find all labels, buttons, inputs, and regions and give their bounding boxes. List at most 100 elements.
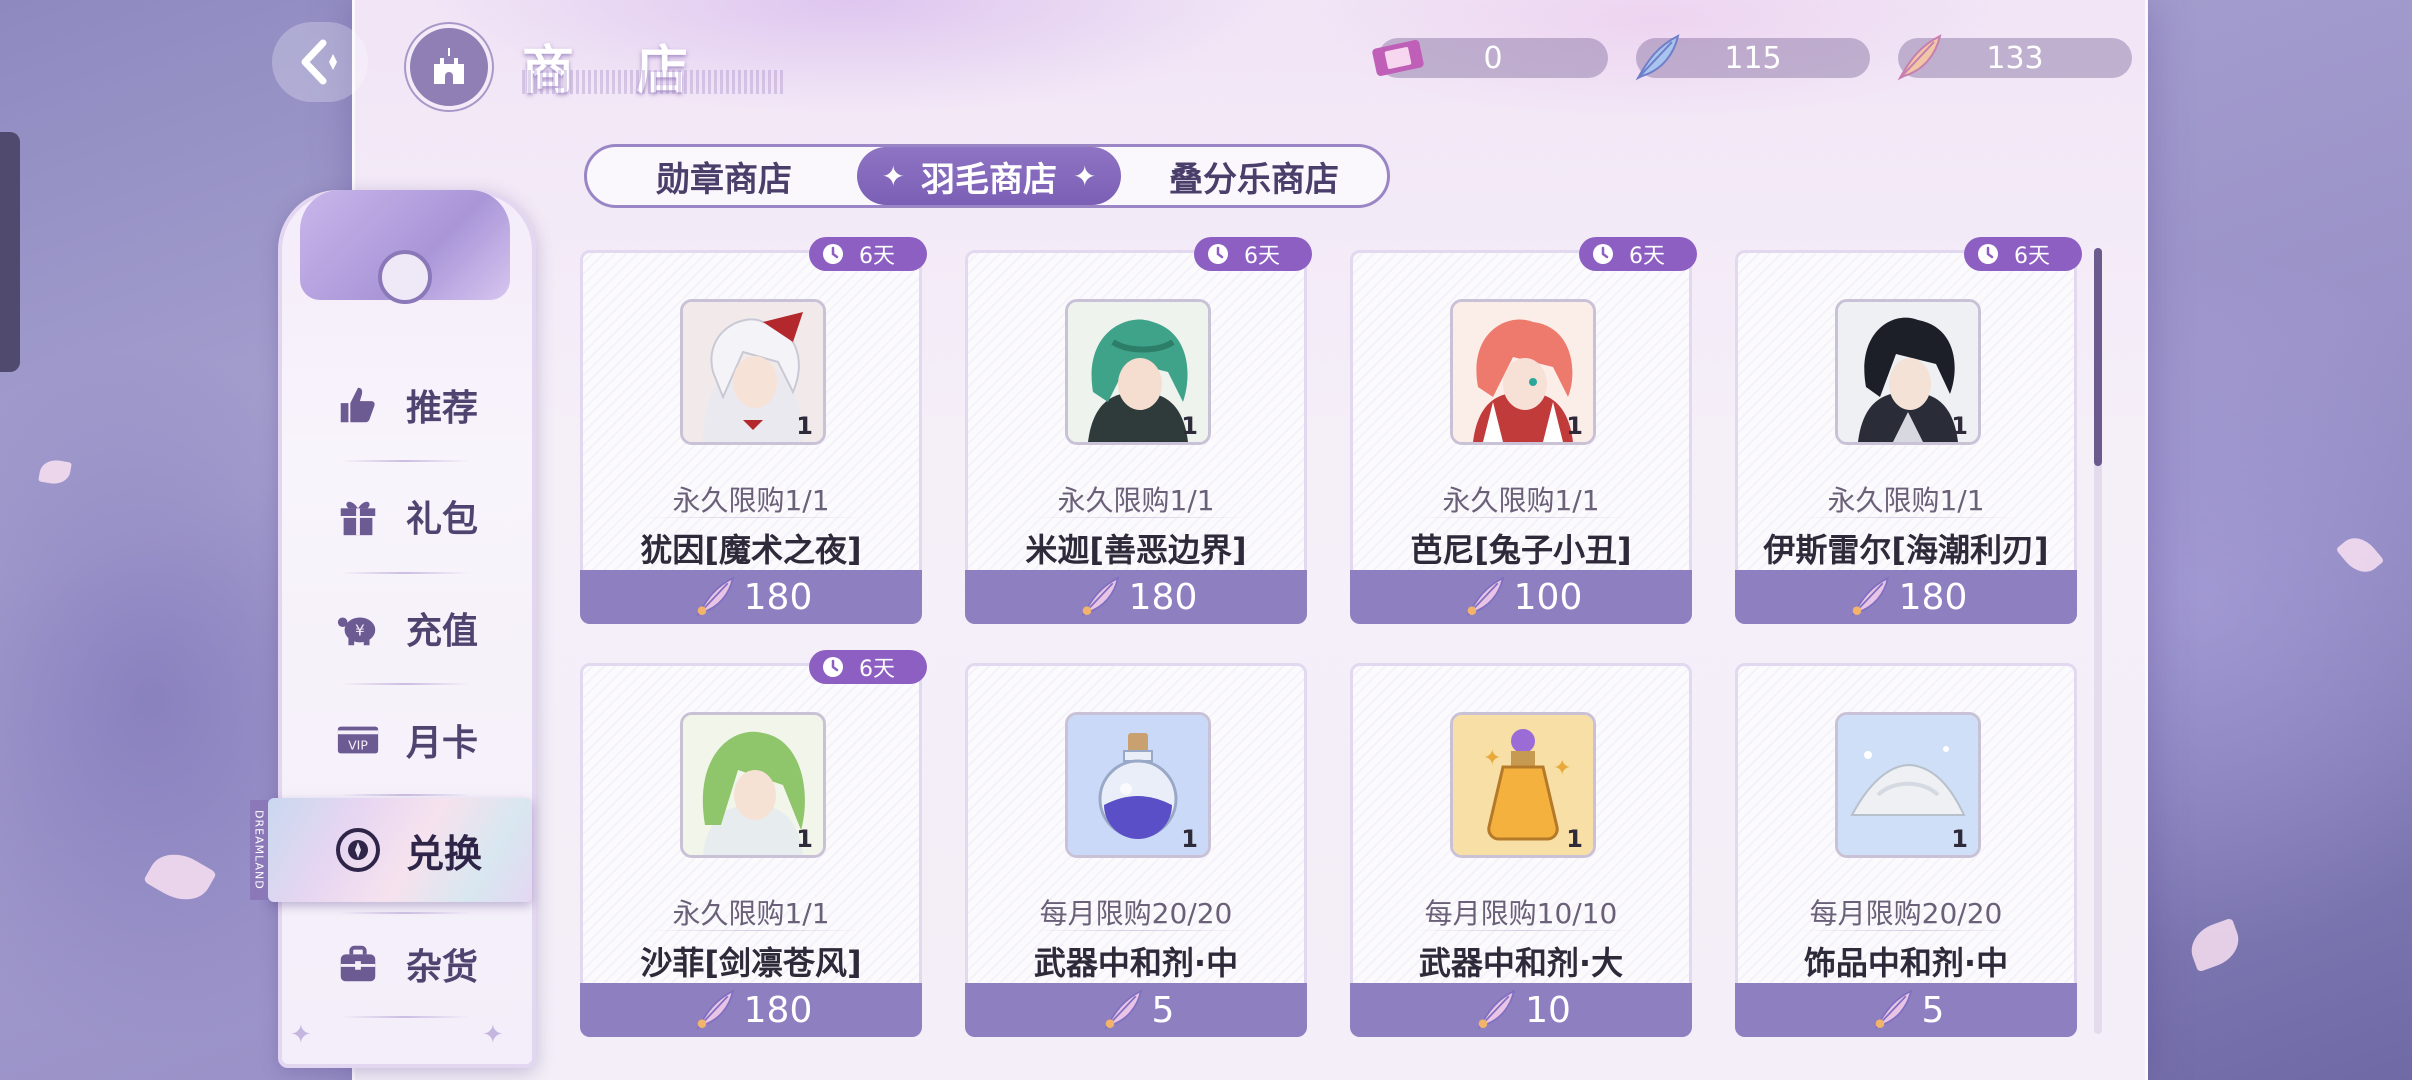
shop-item-card[interactable]: ✦ ✦ 1 每月限购10/10 武器中和剂·大 10 xyxy=(1350,663,1692,1037)
scrollbar-thumb[interactable] xyxy=(2094,248,2102,466)
card-divider xyxy=(1028,517,1250,518)
feather-icon xyxy=(1628,30,1684,86)
gold-feather-count: 133 xyxy=(1986,40,2044,76)
time-limit-badge: 6天 xyxy=(809,650,927,684)
nav-divider xyxy=(340,460,470,462)
nav-groceries[interactable]: 杂货 xyxy=(300,924,510,1004)
currency-gold-feather: 133 xyxy=(1897,34,2132,81)
card-divider xyxy=(643,930,865,931)
buy-button[interactable]: 180 xyxy=(580,570,922,624)
item-quantity: 1 xyxy=(796,825,813,853)
nav-divider xyxy=(340,683,470,685)
shop-item-card[interactable]: 6天 1 永久限购1/1 伊斯雷尔[海潮利刃] 180 xyxy=(1735,237,2082,624)
svg-text:¥: ¥ xyxy=(355,622,365,640)
vip-card-icon: VIP xyxy=(330,712,386,768)
edge-handle[interactable] xyxy=(0,132,20,372)
shop-item-card[interactable]: 6天 1 永久限购1/1 米迦[善恶边界] 180 xyxy=(965,237,1312,624)
feather-icon xyxy=(1845,573,1893,621)
nav-exchange[interactable]: 兑换 xyxy=(268,798,532,902)
buy-button[interactable]: 180 xyxy=(580,983,922,1037)
purchase-limit: 每月限购10/10 xyxy=(1424,897,1618,930)
item-image: 1 xyxy=(1835,712,1981,858)
price-value: 100 xyxy=(1513,576,1583,618)
buy-button[interactable]: 10 xyxy=(1350,983,1692,1037)
item-name: 武器中和剂·中 xyxy=(1033,944,1239,982)
item-name: 芭尼[兔子小丑] xyxy=(1410,531,1632,569)
item-image: 1 xyxy=(1835,299,1981,445)
tab-stack-shop[interactable]: 叠分乐商店 xyxy=(1129,147,1379,205)
item-name: 米迦[善恶边界] xyxy=(1025,531,1247,569)
svg-text:✦: ✦ xyxy=(1483,746,1501,771)
item-image: 1 xyxy=(680,712,826,858)
shop-item-card[interactable]: 1 每月限购20/20 武器中和剂·中 5 xyxy=(965,663,1307,1037)
sparkle-icon: ✦ xyxy=(290,1020,312,1050)
price-value: 5 xyxy=(1151,989,1175,1031)
item-quantity: 1 xyxy=(1181,412,1198,440)
feather-icon xyxy=(690,986,738,1034)
ticket-count: 0 xyxy=(1483,40,1503,76)
bag-icon xyxy=(330,936,386,992)
card-divider xyxy=(1028,930,1250,931)
clock-icon xyxy=(821,655,845,679)
item-image: 1 xyxy=(1450,299,1596,445)
item-quantity: 1 xyxy=(1181,825,1198,853)
shop-item-card[interactable]: 1 每月限购20/20 饰品中和剂·中 5 xyxy=(1735,663,2077,1037)
nav-label: 充值 xyxy=(406,611,479,652)
timer-label: 6天 xyxy=(2014,244,2050,269)
clock-icon xyxy=(1591,242,1615,266)
item-quantity: 1 xyxy=(796,412,813,440)
nav-divider xyxy=(340,1016,470,1018)
nav-recommend[interactable]: 推荐 xyxy=(300,365,510,445)
nav-gift[interactable]: 礼包 xyxy=(300,476,510,556)
card-divider xyxy=(1413,930,1635,931)
gold-feather-icon xyxy=(1890,30,1946,86)
tab-medal-shop[interactable]: 勋章商店 xyxy=(599,147,849,205)
item-quantity: 1 xyxy=(1566,412,1583,440)
feather-icon xyxy=(1471,986,1519,1034)
tab-label: 叠分乐商店 xyxy=(1169,159,1339,200)
item-quantity: 1 xyxy=(1951,412,1968,440)
card-divider xyxy=(1798,517,2020,518)
purchase-limit: 每月限购20/20 xyxy=(1809,897,2003,930)
tab-label: 勋章商店 xyxy=(656,159,792,200)
nav-monthly-card[interactable]: VIP 月卡 xyxy=(300,700,510,780)
feather-count: 115 xyxy=(1724,40,1782,76)
buy-button[interactable]: 100 xyxy=(1350,570,1692,624)
time-limit-badge: 6天 xyxy=(1964,237,2082,271)
item-name: 武器中和剂·大 xyxy=(1418,944,1624,982)
buy-button[interactable]: 5 xyxy=(1735,983,2077,1037)
price-value: 180 xyxy=(1898,576,1968,618)
ticket-icon xyxy=(1370,30,1426,86)
timer-label: 6天 xyxy=(1629,244,1665,269)
gift-icon xyxy=(330,488,386,544)
tab-feather-shop[interactable]: ✦ 羽毛商店 ✦ xyxy=(857,147,1121,205)
timer-label: 6天 xyxy=(859,657,895,682)
item-name: 伊斯雷尔[海潮利刃] xyxy=(1763,531,2049,569)
currency-ticket: 0 xyxy=(1372,38,1608,78)
timer-label: 6天 xyxy=(1244,244,1280,269)
svg-text:VIP: VIP xyxy=(348,738,368,753)
nav-divider xyxy=(340,572,470,574)
purchase-limit: 永久限购1/1 xyxy=(1827,484,1985,517)
thumbs-up-icon xyxy=(330,377,386,433)
item-image: ✦ ✦ 1 xyxy=(1450,712,1596,858)
buy-button[interactable]: 5 xyxy=(965,983,1307,1037)
buy-button[interactable]: 180 xyxy=(1735,570,2077,624)
tag-hole xyxy=(378,250,432,304)
shop-item-card[interactable]: 6天 1 永久限购1/1 犹因[魔术之夜] 180 xyxy=(580,237,927,624)
card-divider xyxy=(643,517,865,518)
time-limit-badge: 6天 xyxy=(1579,237,1697,271)
purchase-limit: 永久限购1/1 xyxy=(672,484,830,517)
clock-icon xyxy=(1206,242,1230,266)
svg-text:✦: ✦ xyxy=(1553,756,1571,781)
home-button[interactable] xyxy=(406,24,492,110)
purchase-limit: 每月限购20/20 xyxy=(1039,897,1233,930)
shop-item-card[interactable]: 6天 1 永久限购1/1 芭尼[兔子小丑] 100 xyxy=(1350,237,1697,624)
purchase-limit: 永久限购1/1 xyxy=(1442,484,1600,517)
item-quantity: 1 xyxy=(1951,825,1968,853)
back-button[interactable] xyxy=(272,22,368,102)
nav-recharge[interactable]: ¥ 充值 xyxy=(300,588,510,668)
shop-item-card[interactable]: 6天 1 永久限购1/1 沙菲[剑凛苍风] 180 xyxy=(580,650,927,1037)
buy-button[interactable]: 180 xyxy=(965,570,1307,624)
item-image: 1 xyxy=(1065,712,1211,858)
